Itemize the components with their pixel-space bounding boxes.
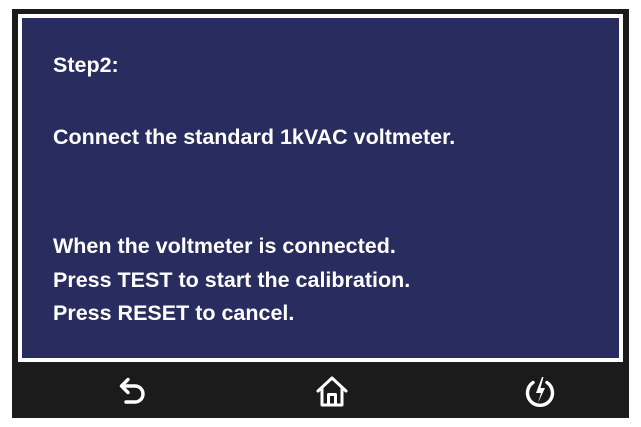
instruction-line-reset: Press RESET to cancel. xyxy=(53,301,295,325)
power-icon xyxy=(525,377,555,408)
instruction-line-connected: When the voltmeter is connected. xyxy=(53,234,396,258)
instruction-line-test: Press TEST to start the calibration. xyxy=(53,268,411,292)
device-frame: Step2: Connect the standard 1kVAC voltme… xyxy=(12,9,629,418)
calibration-screen: Step2: Connect the standard 1kVAC voltme… xyxy=(22,18,619,358)
navigation-bar xyxy=(12,367,629,418)
home-button[interactable] xyxy=(308,371,356,413)
home-icon xyxy=(316,376,348,407)
instruction-text: Connect the standard 1kVAC voltmeter. xyxy=(53,125,456,149)
screen-border: Step2: Connect the standard 1kVAC voltme… xyxy=(18,14,623,362)
back-button[interactable] xyxy=(108,371,156,413)
step-title: Step2: xyxy=(53,53,119,77)
back-arrow-icon xyxy=(119,377,145,404)
power-button[interactable] xyxy=(516,371,564,413)
